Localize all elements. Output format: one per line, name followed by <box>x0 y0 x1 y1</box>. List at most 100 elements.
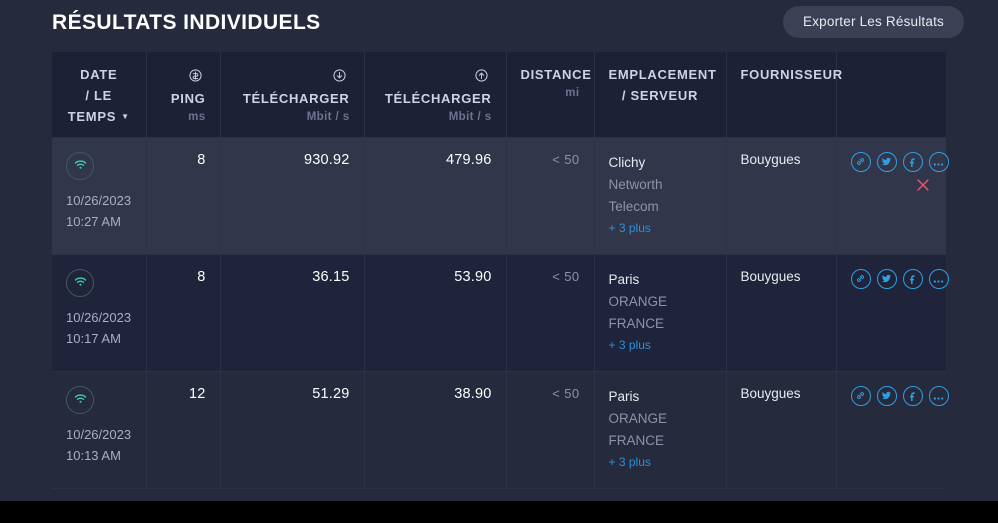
facebook-icon <box>907 272 918 287</box>
column-header-download-label: TÉLÉCHARGER <box>235 64 350 109</box>
column-header-location-line2: / SERVEUR <box>609 85 712 106</box>
column-header-provider-label: FOURNISSEUR <box>741 64 822 85</box>
ellipsis-icon <box>933 389 944 404</box>
cell-download: 51.29 <box>220 372 364 489</box>
cell-provider: Bouygues <box>726 372 836 489</box>
location-city: Paris <box>609 269 712 291</box>
cell-actions <box>836 372 946 489</box>
cell-location: ParisORANGEFRANCE+ 3 plus <box>594 255 726 372</box>
column-header-upload[interactable]: TÉLÉCHARGER Mbit / s <box>364 52 506 138</box>
cell-ping: 12 <box>146 372 220 489</box>
share-actions <box>851 269 933 289</box>
location-server-line2: FRANCE <box>609 313 712 335</box>
result-date: 10/26/2023 <box>66 424 132 445</box>
cell-ping: 8 <box>146 255 220 372</box>
location-more-link[interactable]: + 3 plus <box>609 335 712 355</box>
column-header-location-line1: EMPLACEMENT <box>609 64 712 85</box>
cell-distance: < 50 <box>506 255 594 372</box>
results-page: RÉSULTATS INDIVIDUELS Exporter Les Résul… <box>0 0 998 523</box>
cell-distance: < 50 <box>506 138 594 255</box>
cell-ping: 8 <box>146 138 220 255</box>
link-icon-button[interactable] <box>851 386 871 406</box>
wifi-icon <box>73 391 88 409</box>
location-city: Paris <box>609 386 712 408</box>
ellipsis-icon <box>933 272 944 287</box>
table-body: 10/26/202310:27 AM8930.92479.96< 50Clich… <box>52 138 946 489</box>
location-more-link[interactable]: + 3 plus <box>609 452 712 472</box>
cell-upload: 479.96 <box>364 138 506 255</box>
location-server-line1: Networth <box>609 174 712 196</box>
column-header-provider[interactable]: FOURNISSEUR <box>726 52 836 138</box>
column-header-date[interactable]: DATE / LE TEMPS▼ <box>52 52 146 138</box>
column-header-distance-unit: mi <box>521 87 580 99</box>
facebook-icon-button[interactable] <box>903 152 923 172</box>
cell-upload: 53.90 <box>364 255 506 372</box>
page-title: RÉSULTATS INDIVIDUELS <box>52 12 321 33</box>
link-icon-button[interactable] <box>851 152 871 172</box>
connection-type-badge <box>66 386 94 414</box>
column-header-download-unit: Mbit / s <box>235 111 350 123</box>
connection-type-badge <box>66 152 94 180</box>
column-header-ping-label: PING <box>161 64 206 109</box>
cell-location: ClichyNetworthTelecom+ 3 plus <box>594 138 726 255</box>
twitter-icon-button[interactable] <box>877 152 897 172</box>
twitter-icon-button[interactable] <box>877 386 897 406</box>
result-date: 10/26/2023 <box>66 190 132 211</box>
column-header-upload-label: TÉLÉCHARGER <box>379 64 492 109</box>
results-table-container: DATE / LE TEMPS▼ PING ms <box>0 44 998 489</box>
ellipsis-icon-button[interactable] <box>929 269 949 289</box>
wifi-icon <box>73 274 88 292</box>
column-header-actions <box>836 52 946 138</box>
cell-provider: Bouygues <box>726 255 836 372</box>
location-more-link[interactable]: + 3 plus <box>609 218 712 238</box>
column-header-distance-label: DISTANCE <box>521 64 580 85</box>
cell-download: 36.15 <box>220 255 364 372</box>
export-results-button[interactable]: Exporter Les Résultats <box>783 6 964 38</box>
page-header: RÉSULTATS INDIVIDUELS Exporter Les Résul… <box>0 0 998 44</box>
individual-results-table: DATE / LE TEMPS▼ PING ms <box>52 52 946 489</box>
link-icon <box>855 272 866 287</box>
table-row[interactable]: 10/26/202310:27 AM8930.92479.96< 50Clich… <box>52 138 946 255</box>
wifi-icon <box>73 157 88 175</box>
column-header-location[interactable]: EMPLACEMENT / SERVEUR <box>594 52 726 138</box>
facebook-icon <box>907 155 918 170</box>
share-actions <box>851 386 933 406</box>
cell-download: 930.92 <box>220 138 364 255</box>
twitter-icon <box>881 155 892 170</box>
result-time: 10:13 AM <box>66 445 132 466</box>
facebook-icon-button[interactable] <box>903 386 923 406</box>
provider-name: Bouygues <box>741 269 801 284</box>
cell-provider: Bouygues <box>726 138 836 255</box>
twitter-icon-button[interactable] <box>877 269 897 289</box>
twitter-icon <box>881 272 892 287</box>
ping-icon <box>189 67 202 88</box>
twitter-icon <box>881 389 892 404</box>
column-header-ping[interactable]: PING ms <box>146 52 220 138</box>
table-header-row: DATE / LE TEMPS▼ PING ms <box>52 52 946 138</box>
facebook-icon <box>907 389 918 404</box>
cell-date: 10/26/202310:27 AM <box>52 138 146 255</box>
link-icon-button[interactable] <box>851 269 871 289</box>
facebook-icon-button[interactable] <box>903 269 923 289</box>
cell-actions <box>836 138 946 255</box>
ellipsis-icon-button[interactable] <box>929 152 949 172</box>
cell-upload: 38.90 <box>364 372 506 489</box>
table-row[interactable]: 10/26/202310:17 AM836.1553.90< 50ParisOR… <box>52 255 946 372</box>
column-header-download[interactable]: TÉLÉCHARGER Mbit / s <box>220 52 364 138</box>
column-header-ping-unit: ms <box>161 111 206 123</box>
column-header-date-line3: TEMPS▼ <box>66 106 132 127</box>
delete-result-button[interactable] <box>914 176 932 194</box>
bottom-black-bar <box>0 501 998 523</box>
cell-actions <box>836 255 946 372</box>
table-row[interactable]: 10/26/202310:13 AM1251.2938.90< 50ParisO… <box>52 372 946 489</box>
connection-type-badge <box>66 269 94 297</box>
column-header-distance[interactable]: DISTANCE mi <box>506 52 594 138</box>
cell-location: ParisORANGEFRANCE+ 3 plus <box>594 372 726 489</box>
location-server-line2: FRANCE <box>609 430 712 452</box>
caret-down-icon: ▼ <box>121 106 130 127</box>
column-header-date-line2: / LE <box>66 85 132 106</box>
cell-date: 10/26/202310:17 AM <box>52 255 146 372</box>
ellipsis-icon-button[interactable] <box>929 386 949 406</box>
table-head: DATE / LE TEMPS▼ PING ms <box>52 52 946 138</box>
ellipsis-icon <box>933 155 944 170</box>
